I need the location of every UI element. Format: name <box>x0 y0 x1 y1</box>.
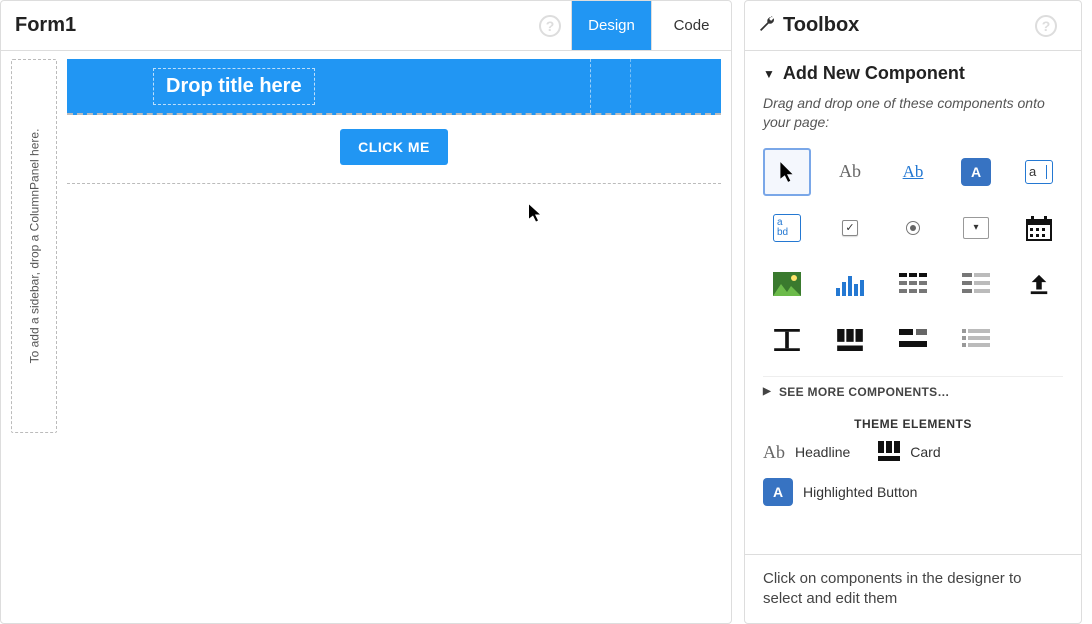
section-description: Drag and drop one of these components on… <box>763 94 1063 132</box>
cursor-icon <box>528 204 544 229</box>
caret-down-icon: ▼ <box>763 67 775 81</box>
sidebar-drop-label: To add a sidebar, drop a ColumnPanel her… <box>27 129 41 364</box>
tab-code[interactable]: Code <box>651 1 731 50</box>
component-flow-panel[interactable] <box>889 316 937 364</box>
theme-headline[interactable]: Ab Headline <box>763 442 850 463</box>
component-radio[interactable] <box>889 204 937 252</box>
designer-panel: Form1 ? Design Code To add a sidebar, dr… <box>0 0 732 624</box>
component-label[interactable]: Ab <box>826 148 874 196</box>
toolbox-header: Toolbox ? <box>745 1 1081 51</box>
component-pointer[interactable] <box>763 148 811 196</box>
headline-icon: Ab <box>763 442 785 463</box>
click-me-button[interactable]: CLICK ME <box>340 129 448 165</box>
toolbox-body: ▼ Add New Component Drag and drop one of… <box>745 51 1081 554</box>
component-image[interactable] <box>763 260 811 308</box>
card-icon <box>878 441 900 464</box>
see-more-components[interactable]: ▶ SEE MORE COMPONENTS… <box>763 376 1063 407</box>
highlighted-button-icon: A <box>763 478 793 506</box>
headline-label: Headline <box>795 444 850 460</box>
component-link[interactable]: Ab <box>889 148 937 196</box>
title-drop-label: Drop title here <box>153 68 315 105</box>
component-textbox[interactable]: a <box>1015 148 1063 196</box>
toolbox-title: Toolbox <box>783 14 1035 37</box>
highlighted-button-label: Highlighted Button <box>803 484 917 500</box>
designer-tabs: Design Code <box>571 1 731 50</box>
component-file-upload[interactable] <box>1015 260 1063 308</box>
component-dropdown[interactable]: ▾ <box>952 204 1000 252</box>
component-repeating-panel[interactable] <box>952 260 1000 308</box>
theme-highlighted-button[interactable]: A Highlighted Button <box>763 478 917 506</box>
see-more-label: SEE MORE COMPONENTS… <box>779 385 950 399</box>
add-component-label: Add New Component <box>783 63 965 84</box>
component-datepicker[interactable] <box>1015 204 1063 252</box>
component-rich-text[interactable] <box>952 316 1000 364</box>
component-textarea[interactable]: abd <box>763 204 811 252</box>
title-bar-drop-zone[interactable]: Drop title here <box>67 59 721 115</box>
theme-elements-header: THEME ELEMENTS <box>763 417 1063 431</box>
component-grid: Ab Ab A a abd ✓ ▾ <box>763 148 1063 364</box>
button-row: CLICK ME <box>67 115 721 184</box>
form-canvas[interactable]: Drop title here CLICK ME <box>67 59 721 613</box>
toolbox-panel: Toolbox ? ▼ Add New Component Drag and d… <box>744 0 1082 624</box>
component-empty-slot <box>1015 316 1063 364</box>
component-plot[interactable] <box>826 260 874 308</box>
designer-body: To add a sidebar, drop a ColumnPanel her… <box>1 51 731 623</box>
theme-row-2: A Highlighted Button <box>763 478 1063 506</box>
wrench-icon <box>759 15 775 36</box>
toolbox-help-icon[interactable]: ? <box>1035 15 1057 37</box>
add-component-section-header[interactable]: ▼ Add New Component <box>763 63 1063 84</box>
theme-card[interactable]: Card <box>878 441 940 464</box>
component-button[interactable]: A <box>952 148 1000 196</box>
toolbox-footer-hint: Click on components in the designer to s… <box>745 554 1081 624</box>
caret-right-icon: ▶ <box>763 386 771 397</box>
form-title[interactable]: Form1 <box>15 14 539 37</box>
card-label: Card <box>910 444 940 460</box>
component-xy-panel[interactable] <box>763 316 811 364</box>
component-datagrid[interactable] <box>889 260 937 308</box>
component-column-panel[interactable] <box>826 316 874 364</box>
tab-design[interactable]: Design <box>571 1 651 50</box>
form-content-area[interactable]: CLICK ME <box>67 115 721 184</box>
component-checkbox[interactable]: ✓ <box>826 204 874 252</box>
help-icon[interactable]: ? <box>539 15 561 37</box>
designer-header: Form1 ? Design Code <box>1 1 731 51</box>
theme-row-1: Ab Headline Card <box>763 441 1063 464</box>
title-bar-divider <box>630 59 631 113</box>
sidebar-drop-zone[interactable]: To add a sidebar, drop a ColumnPanel her… <box>11 59 57 433</box>
